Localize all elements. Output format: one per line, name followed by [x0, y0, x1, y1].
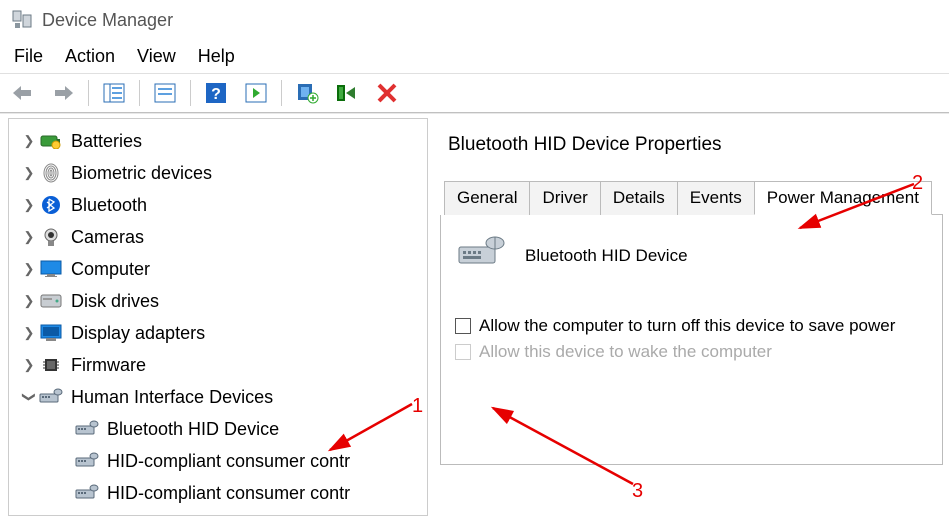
tab-general[interactable]: General — [444, 181, 530, 215]
chip-icon — [39, 355, 63, 375]
chevron-down-icon: ❯ — [21, 387, 37, 407]
disable-button[interactable] — [372, 78, 402, 108]
tree-item-firmware[interactable]: ❯ Firmware — [19, 349, 427, 381]
tree-item-disk[interactable]: ❯ Disk drives — [19, 285, 427, 317]
device-header: Bluetooth HID Device — [455, 235, 928, 276]
tree-item-cameras[interactable]: ❯ Cameras — [19, 221, 427, 253]
tab-events[interactable]: Events — [677, 181, 755, 215]
chevron-right-icon: ❯ — [19, 293, 39, 309]
camera-icon — [39, 227, 63, 247]
tree-label: Firmware — [71, 355, 146, 376]
svg-text:?: ? — [211, 86, 221, 103]
tree-label: Batteries — [71, 131, 142, 152]
disk-icon — [39, 291, 63, 311]
window-title: Device Manager — [42, 10, 173, 31]
tree-item-biometric[interactable]: ❯ Biometric devices — [19, 157, 427, 189]
tree-item-hid[interactable]: ❯ Human Interface Devices — [19, 381, 427, 413]
menubar: File Action View Help — [0, 40, 949, 73]
battery-icon — [39, 131, 63, 151]
hid-icon — [75, 483, 99, 503]
back-button[interactable] — [8, 78, 38, 108]
device-tree[interactable]: ❯ Batteries ❯ Biometric devices ❯ Blueto… — [8, 118, 428, 516]
properties-title: Bluetooth HID Device Properties — [448, 134, 943, 156]
chevron-right-icon: ❯ — [19, 325, 39, 341]
tree-label: HID-compliant consumer contr — [107, 483, 350, 504]
tab-driver[interactable]: Driver — [529, 181, 600, 215]
checkbox-label: Allow the computer to turn off this devi… — [479, 316, 895, 336]
checkbox-label: Allow this device to wake the computer — [479, 342, 772, 362]
chevron-right-icon: ❯ — [19, 261, 39, 277]
annotation-3: 3 — [632, 480, 643, 503]
properties-panel: Bluetooth HID Device Properties General … — [428, 114, 949, 516]
menu-action[interactable]: Action — [65, 46, 115, 67]
checkbox-row-wake: Allow this device to wake the computer — [455, 342, 928, 362]
device-large-icon — [455, 235, 507, 276]
tree-item-bluetooth[interactable]: ❯ Bluetooth — [19, 189, 427, 221]
content-area: ❯ Batteries ❯ Biometric devices ❯ Blueto… — [0, 113, 949, 516]
tab-power-management[interactable]: Power Management — [754, 181, 932, 215]
device-name: Bluetooth HID Device — [525, 246, 688, 266]
display-adapter-icon — [39, 323, 63, 343]
tree-label: Human Interface Devices — [71, 387, 273, 408]
tree-label: Display adapters — [71, 323, 205, 344]
show-hide-tree-button[interactable] — [99, 78, 129, 108]
hid-icon — [75, 419, 99, 439]
app-icon — [10, 8, 34, 32]
tree-label: Bluetooth HID Device — [107, 419, 279, 440]
tab-details[interactable]: Details — [600, 181, 678, 215]
tree-item-hid-consumer-2[interactable]: HID-compliant consumer contr — [19, 477, 427, 509]
checkbox-row-turnoff[interactable]: Allow the computer to turn off this devi… — [455, 316, 928, 336]
tab-strip: General Driver Details Events Power Mana… — [444, 180, 943, 215]
tree-item-computer[interactable]: ❯ Computer — [19, 253, 427, 285]
uninstall-button[interactable] — [332, 78, 362, 108]
chevron-right-icon: ❯ — [19, 357, 39, 373]
hid-icon — [75, 451, 99, 471]
update-driver-button[interactable] — [292, 78, 322, 108]
tree-label: Cameras — [71, 227, 144, 248]
help-button[interactable]: ? — [201, 78, 231, 108]
annotation-2: 2 — [912, 172, 923, 195]
menu-view[interactable]: View — [137, 46, 176, 67]
bluetooth-icon — [39, 195, 63, 215]
tab-body: Bluetooth HID Device Allow the computer … — [440, 215, 943, 465]
properties-button[interactable] — [150, 78, 180, 108]
tree-label: Biometric devices — [71, 163, 212, 184]
tree-item-hid-consumer-1[interactable]: HID-compliant consumer contr — [19, 445, 427, 477]
chevron-right-icon: ❯ — [19, 133, 39, 149]
tree-label: Bluetooth — [71, 195, 147, 216]
tree-label: HID-compliant consumer contr — [107, 451, 350, 472]
monitor-icon — [39, 259, 63, 279]
tree-item-bluetooth-hid[interactable]: Bluetooth HID Device — [19, 413, 427, 445]
scan-button[interactable] — [241, 78, 271, 108]
chevron-right-icon: ❯ — [19, 165, 39, 181]
fingerprint-icon — [39, 163, 63, 183]
tree-item-batteries[interactable]: ❯ Batteries — [19, 125, 427, 157]
annotation-1: 1 — [412, 395, 423, 418]
menu-help[interactable]: Help — [198, 46, 235, 67]
toolbar: ? — [0, 73, 949, 113]
tree-label: Disk drives — [71, 291, 159, 312]
menu-file[interactable]: File — [14, 46, 43, 67]
chevron-right-icon: ❯ — [19, 229, 39, 245]
titlebar: Device Manager — [0, 0, 949, 40]
hid-icon — [39, 387, 63, 407]
chevron-right-icon: ❯ — [19, 197, 39, 213]
checkbox-turnoff[interactable] — [455, 318, 471, 334]
forward-button[interactable] — [48, 78, 78, 108]
checkbox-wake — [455, 344, 471, 360]
tree-label: Computer — [71, 259, 150, 280]
tree-item-display-adapters[interactable]: ❯ Display adapters — [19, 317, 427, 349]
